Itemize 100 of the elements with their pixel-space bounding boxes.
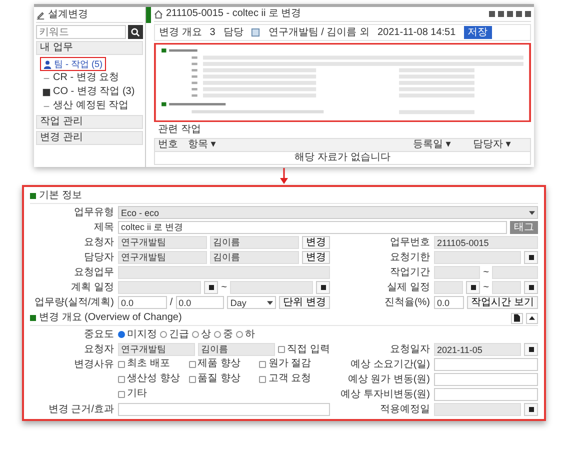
checkbox[interactable]: [278, 346, 286, 353]
column-header[interactable]: 항목 ▾: [185, 139, 410, 151]
column-header[interactable]: 담당자 ▾: [470, 139, 530, 151]
calendar-button[interactable]: [524, 251, 538, 264]
list-icon: [42, 88, 51, 96]
field-label: 예상 소요기간(일): [350, 358, 430, 371]
field-label: 적용예정일: [379, 403, 430, 416]
dropdown[interactable]: Eco - eco: [118, 206, 538, 219]
breadcrumb: 211105-0015 - coltec ii 로 변경: [166, 8, 302, 20]
calendar-button[interactable]: [204, 281, 218, 294]
image-icon: [251, 28, 260, 37]
search-field[interactable]: 키워드: [36, 25, 126, 39]
sidebar-item[interactable]: CR - 변경 요청: [40, 71, 122, 85]
field-label: 요청일자: [389, 343, 430, 356]
home-icon[interactable]: [154, 10, 163, 18]
text-field[interactable]: [434, 281, 464, 294]
sidebar-group-header[interactable]: 작업 관리: [36, 115, 143, 129]
action-button[interactable]: 작업시간 보기: [467, 296, 538, 309]
column-header[interactable]: 등록일 ▾: [410, 139, 470, 151]
separator-text: ~: [483, 282, 489, 294]
field-label: 업무번호: [389, 236, 430, 249]
text-field[interactable]: 연구개발팀: [118, 343, 196, 356]
arrow: [278, 168, 290, 184]
checkbox[interactable]: [118, 376, 125, 382]
radio-button[interactable]: [118, 331, 125, 338]
text-field[interactable]: [492, 281, 521, 294]
checkbox[interactable]: [118, 360, 125, 368]
text-field[interactable]: 김이름: [210, 236, 299, 249]
section-title: 변경 개요 (Overview of Change): [39, 312, 182, 324]
option-label: 품질 향상: [198, 373, 240, 385]
radio-button[interactable]: [160, 331, 167, 338]
text-field[interactable]: [434, 358, 538, 371]
field-label: 요청자: [83, 343, 114, 356]
text-field[interactable]: 연구개발팀: [118, 236, 207, 249]
radio-button[interactable]: [236, 331, 243, 338]
calendar-button[interactable]: [524, 281, 538, 294]
calendar-button[interactable]: [524, 343, 538, 356]
calendar-icon: [528, 347, 534, 352]
dropdown[interactable]: Day: [227, 296, 276, 309]
sidebar-item[interactable]: 팀 - 작업 (5): [40, 57, 106, 71]
option-label: 최초 배포: [127, 358, 170, 370]
sidebar-toggle[interactable]: [146, 7, 151, 23]
text-field[interactable]: [434, 373, 538, 386]
tool-icon: [36, 10, 45, 20]
caret-icon: [529, 316, 535, 320]
text-field[interactable]: [434, 251, 521, 264]
option-label: 직접 입력: [287, 344, 330, 356]
document-icon: [514, 314, 520, 322]
text-field[interactable]: [230, 281, 313, 294]
info-text: 변경 개요: [159, 26, 202, 38]
info-text: 담당: [223, 26, 244, 38]
option-label: 기타: [127, 388, 147, 400]
search-icon: [131, 28, 140, 36]
search-button[interactable]: [128, 25, 143, 39]
text-field[interactable]: [118, 266, 330, 279]
text-field[interactable]: [118, 281, 202, 294]
checkbox[interactable]: [259, 360, 266, 368]
action-button[interactable]: 변경: [302, 251, 330, 264]
sidebar-group-header[interactable]: 내 업무: [36, 41, 143, 55]
sidebar-item[interactable]: CO - 변경 작업 (3): [40, 85, 137, 99]
radio-button[interactable]: [214, 331, 221, 338]
sidebar-item[interactable]: 생산 예정된 작업: [40, 99, 131, 113]
text-field[interactable]: [118, 403, 330, 416]
text-field[interactable]: [434, 388, 538, 401]
checkbox[interactable]: [259, 376, 266, 382]
text-field[interactable]: [434, 266, 480, 279]
field-label: 변경사유: [73, 358, 114, 371]
calendar-button[interactable]: [524, 403, 538, 416]
text-field[interactable]: coltec ii 로 변경: [118, 221, 507, 234]
action-button[interactable]: 단위 변경: [279, 296, 330, 309]
document-button[interactable]: [511, 312, 523, 324]
calendar-button[interactable]: [316, 281, 330, 294]
text-field[interactable]: 0.0: [118, 296, 167, 309]
radio-button[interactable]: [192, 331, 199, 338]
calendar-button[interactable]: [466, 281, 480, 294]
action-button[interactable]: 변경: [302, 236, 330, 249]
field-label: 담당자: [83, 251, 114, 264]
checkbox[interactable]: [118, 390, 125, 398]
field-label: 요청자: [83, 236, 114, 249]
save-button[interactable]: 저장: [464, 26, 492, 39]
option-label: 긴급: [169, 328, 189, 340]
text-field[interactable]: 연구개발팀: [118, 251, 207, 264]
text-field[interactable]: [492, 266, 538, 279]
separator-text: /: [170, 296, 173, 308]
option-label: 미지정: [127, 328, 157, 340]
column-header[interactable]: 번호: [155, 139, 185, 151]
calendar-icon: [528, 285, 534, 290]
text-field[interactable]: 김이름: [198, 343, 276, 356]
option-label: 상: [201, 328, 211, 340]
sidebar-group-header[interactable]: 변경 관리: [36, 131, 143, 145]
text-field[interactable]: 2021-11-05: [434, 343, 521, 356]
tag-button[interactable]: 태그: [510, 221, 538, 234]
collapse-button[interactable]: [526, 312, 538, 324]
text-field[interactable]: 0.0: [434, 296, 464, 309]
text-field[interactable]: 김이름: [210, 251, 299, 264]
checkbox[interactable]: [188, 376, 196, 382]
checkbox[interactable]: [188, 360, 196, 368]
text-field[interactable]: [434, 403, 521, 416]
text-field[interactable]: 211105-0015: [434, 236, 538, 249]
text-field[interactable]: 0.0: [176, 296, 224, 309]
